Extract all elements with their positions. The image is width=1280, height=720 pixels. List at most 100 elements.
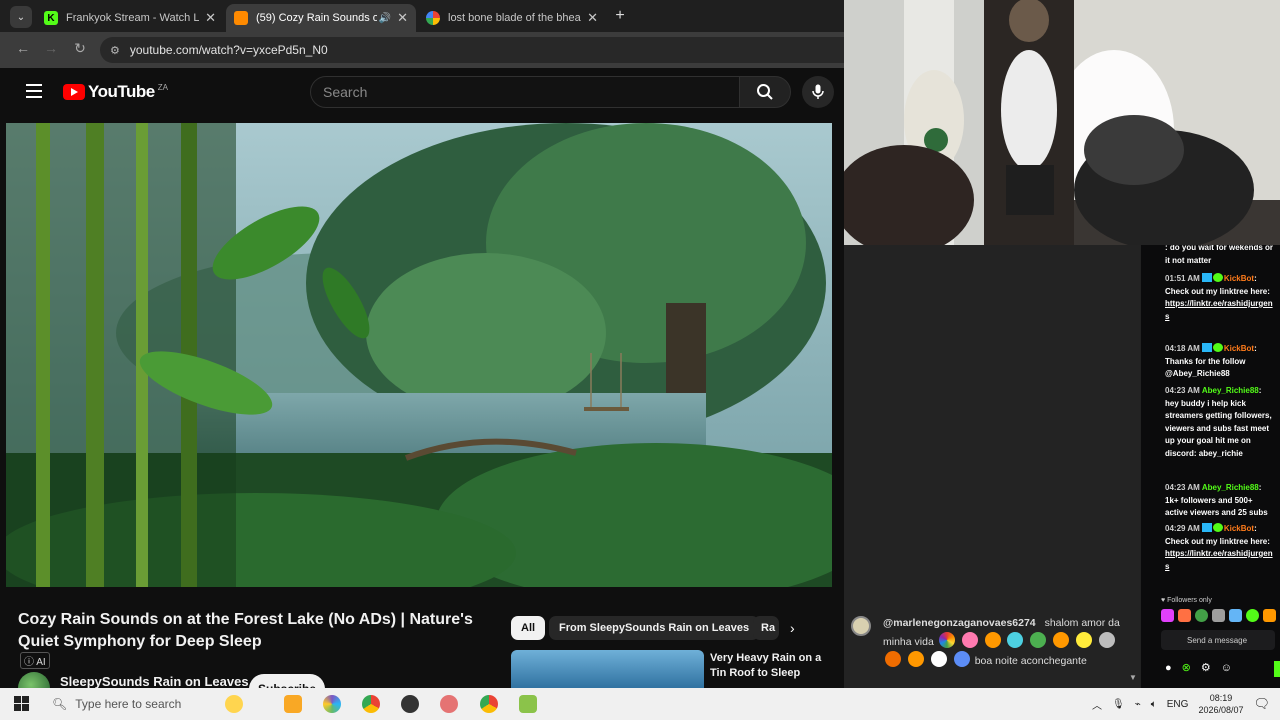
search-button[interactable]: [739, 76, 791, 108]
emote-icon[interactable]: [1263, 609, 1276, 622]
address-bar[interactable]: ⚙ youtube.com/watch?v=yxcePd5n_N0: [100, 37, 844, 63]
kick-favicon-icon: K: [44, 11, 58, 25]
reload-icon[interactable]: ↻: [70, 40, 90, 57]
tab-title: lost bone blade of the bheaded: [448, 12, 581, 24]
heart-emoji-icon: [930, 651, 947, 667]
gear-icon[interactable]: ⚙: [1201, 661, 1211, 674]
kick-logo-icon[interactable]: ⊗: [1182, 661, 1191, 674]
notification-icon[interactable]: 🗨︎: [1253, 696, 1270, 712]
commenter-avatar: [851, 616, 871, 636]
clock-time: 08:19: [1209, 693, 1233, 703]
chat-username[interactable]: KickBot: [1224, 344, 1254, 353]
youtube-wordmark: YouTube: [88, 82, 155, 101]
video-frame-rain-forest-lake: [6, 123, 832, 587]
chrome-icon[interactable]: [362, 695, 380, 713]
channel-avatar[interactable]: [18, 672, 50, 688]
channel-name[interactable]: SleepySounds Rain on Leaves: [60, 674, 249, 688]
chrome-profile-icon[interactable]: [480, 695, 498, 713]
chat-link[interactable]: https://linktr.ee/rashidjurgens: [1165, 549, 1273, 571]
rainbow-emoji-icon: [938, 632, 955, 648]
tab-close-icon[interactable]: ✕: [397, 10, 408, 26]
forward-arrow-icon[interactable]: →: [41, 40, 61, 56]
chip-all[interactable]: All: [511, 616, 546, 640]
chat-link[interactable]: https://linktr.ee/rashidjurgens: [1165, 299, 1273, 321]
taskbar-clock[interactable]: 08:19 2026/08/07: [1198, 692, 1243, 716]
emote-icon[interactable]: [1178, 609, 1191, 622]
heart-emoji-icon: [885, 651, 901, 667]
chat-message: 04:18 AM KickBot: Thanks for the follow @…: [1165, 343, 1257, 378]
file-explorer-icon[interactable]: [284, 695, 302, 713]
stream-webcam-video[interactable]: [844, 0, 1280, 245]
kick-chat-panel: : do you wait for wekends or it not matt…: [1140, 245, 1280, 688]
copilot-app-icon[interactable]: [323, 695, 341, 713]
youtube-play-icon: [63, 84, 85, 100]
emote-picker-icon[interactable]: ☺: [1221, 662, 1232, 674]
youtube-search-input[interactable]: Search: [310, 76, 740, 108]
system-tray: ︿ 🎙︎ ⌁ 🔈︎ ENG 08:19 2026/08/07 🗨︎: [1092, 688, 1270, 720]
recommended-video-thumbnail[interactable]: [511, 650, 704, 688]
chevron-right-icon[interactable]: ›: [790, 620, 795, 636]
recommended-video-title[interactable]: Very Heavy Rain on a Tin Roof to Sleep: [710, 651, 828, 681]
chat-username[interactable]: Abey_Richie88: [1202, 386, 1259, 395]
chip-from-channel[interactable]: From SleepySounds Rain on Leaves: [549, 616, 760, 640]
verified-badge-icon: [1212, 523, 1223, 532]
youtube-logo[interactable]: YouTube ZA: [63, 82, 168, 102]
network-icon[interactable]: ⌁: [1135, 699, 1141, 710]
heart-emoji-icon: [1076, 632, 1093, 648]
chat-send-button[interactable]: [1274, 661, 1280, 677]
menu-hamburger-icon[interactable]: [26, 84, 42, 98]
comment-text-end: boa noite aconchegante: [974, 655, 1087, 667]
tab-close-icon[interactable]: ✕: [205, 10, 216, 26]
comment-username[interactable]: @marlenegonzaganovaes6274: [883, 617, 1036, 629]
heart-emoji-icon: [1030, 632, 1047, 648]
tab-youtube-video[interactable]: (59) Cozy Rain Sounds on a 🔊 ✕: [226, 4, 416, 32]
capture-app-icon[interactable]: [440, 695, 458, 713]
chevron-up-icon[interactable]: ︿: [1092, 697, 1102, 712]
minecraft-icon[interactable]: [519, 695, 537, 713]
youtube-page: YouTube ZA Search Cozy Rain Sounds on at…: [0, 68, 844, 688]
heart-emoji-icon: [953, 651, 970, 667]
chat-username[interactable]: KickBot: [1224, 524, 1254, 533]
emote-icon[interactable]: [1212, 609, 1225, 622]
tab-title: Frankyok Stream - Watch Live o: [66, 12, 200, 24]
emote-icon[interactable]: [1229, 609, 1242, 622]
copilot-sparkle-icon[interactable]: [225, 695, 243, 713]
video-player[interactable]: [6, 123, 832, 587]
chat-message-input[interactable]: Send a message: [1161, 630, 1275, 650]
voice-search-button[interactable]: [802, 76, 834, 108]
obs-studio-icon[interactable]: [401, 695, 419, 713]
microphone-icon[interactable]: 🎙︎: [1112, 699, 1125, 710]
ai-content-badge[interactable]: ⓘ AI: [20, 652, 50, 669]
volume-icon[interactable]: 🔈︎: [1151, 699, 1157, 710]
chat-message: 04:23 AM Abey_Richie88: 1k+ followers and…: [1165, 483, 1268, 517]
tab-google-search[interactable]: lost bone blade of the bheaded ✕: [418, 4, 606, 32]
back-arrow-icon[interactable]: ←: [13, 40, 33, 56]
windows-start-icon[interactable]: [14, 696, 29, 711]
webcam-frame: [844, 0, 1280, 245]
emote-icon[interactable]: [1161, 609, 1174, 622]
new-tab-button[interactable]: +: [610, 6, 630, 26]
emote-icon[interactable]: [1246, 609, 1259, 622]
points-icon[interactable]: ●: [1165, 662, 1172, 674]
tab-frankyok-stream[interactable]: K Frankyok Stream - Watch Live o ✕: [36, 4, 224, 32]
site-info-icon[interactable]: ⚙: [110, 44, 120, 57]
chat-username[interactable]: KickBot: [1224, 274, 1254, 283]
scroll-down-icon[interactable]: ▼: [1129, 673, 1137, 682]
followers-only-label: ♥ Followers only: [1161, 597, 1212, 604]
speaker-icon[interactable]: 🔊: [379, 13, 391, 24]
tab-search-dropdown[interactable]: ⌄: [10, 6, 32, 28]
heart-emoji-icon: [1099, 632, 1116, 648]
bot-badge-icon: [1201, 273, 1212, 282]
chip-related[interactable]: Ra: [753, 616, 779, 640]
chat-username[interactable]: Abey_Richie88: [1202, 483, 1259, 492]
url-text: youtube.com/watch?v=yxcePd5n_N0: [129, 43, 328, 57]
stream-comment: @marlenegonzaganovaes6274 shalom amor da…: [883, 615, 1133, 670]
chat-input-placeholder: Send a message: [1187, 635, 1248, 645]
google-favicon-icon: [426, 11, 440, 25]
verified-badge-icon: [1212, 343, 1223, 352]
heart-emoji-icon: [1007, 632, 1024, 648]
tab-close-icon[interactable]: ✕: [587, 10, 598, 26]
language-indicator[interactable]: ENG: [1167, 699, 1189, 710]
emote-icon[interactable]: [1195, 609, 1208, 622]
subscribe-button[interactable]: Subscribe: [249, 674, 325, 688]
